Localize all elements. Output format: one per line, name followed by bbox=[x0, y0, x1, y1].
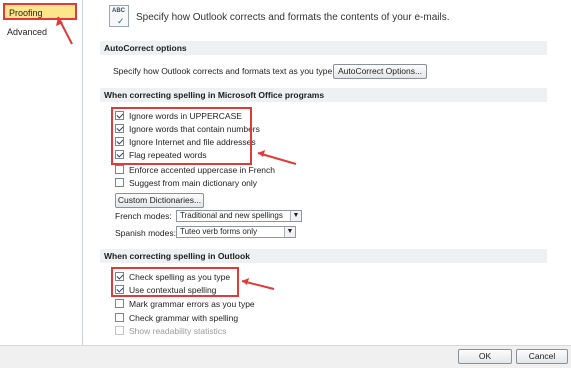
dialog-footer: OK Cancel bbox=[0, 345, 571, 368]
arrowhead-icon bbox=[242, 278, 249, 285]
arrowhead-icon bbox=[258, 150, 265, 157]
cancel-button[interactable]: Cancel bbox=[516, 349, 568, 364]
ok-button[interactable]: OK bbox=[458, 349, 512, 364]
arrow-to-office-box bbox=[257, 152, 297, 165]
annotation-arrows bbox=[56, 16, 297, 290]
